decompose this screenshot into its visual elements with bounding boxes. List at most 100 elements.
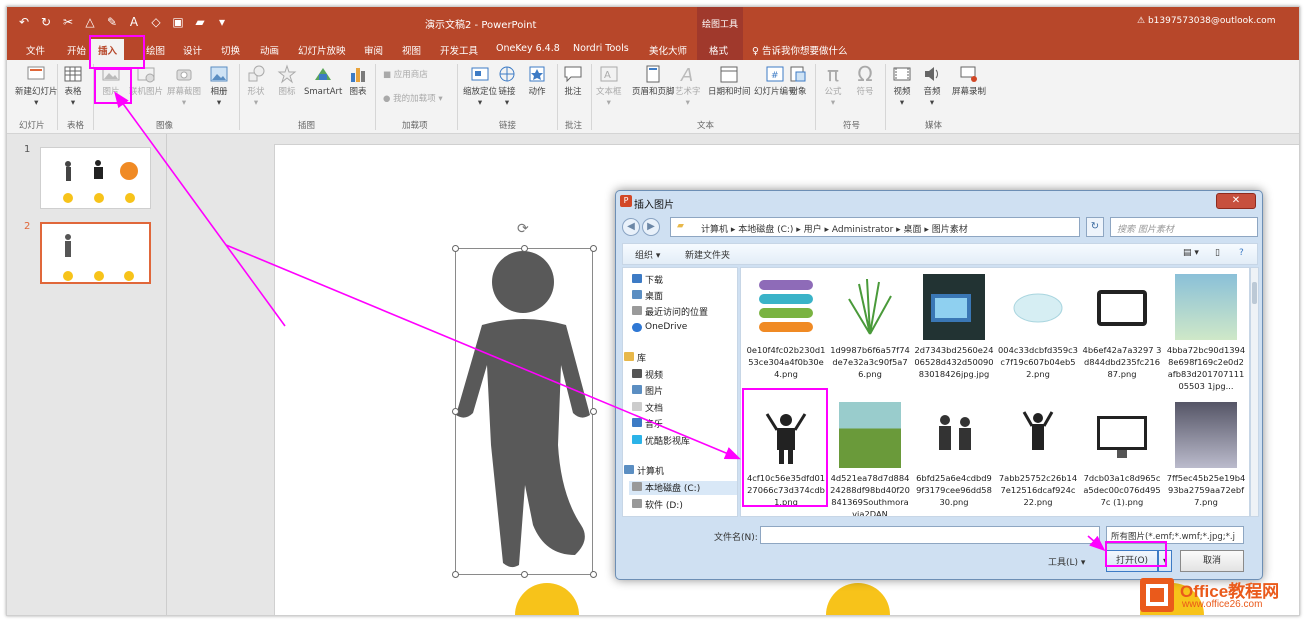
nav-item[interactable]: 计算机 bbox=[624, 464, 664, 477]
close-icon[interactable]: ✕ bbox=[1216, 193, 1256, 209]
forward-icon[interactable]: ▶ bbox=[642, 218, 660, 236]
file-item[interactable]: 0e10f4fc02b230d153ce304a4f0b30e4.png bbox=[746, 274, 826, 380]
shapes-button[interactable]: 形状 ▾ bbox=[246, 64, 266, 109]
tab-draw[interactable]: 绘图 bbox=[146, 43, 165, 57]
resize-handle[interactable] bbox=[452, 571, 459, 578]
new-slide-button[interactable]: 新建幻灯片 ▾ bbox=[15, 64, 58, 109]
nav-item[interactable]: 桌面 bbox=[632, 289, 663, 302]
link-button[interactable]: 链接 ▾ bbox=[497, 64, 517, 109]
slide-thumbnail-1[interactable] bbox=[40, 147, 151, 209]
nav-item[interactable]: 文档 bbox=[632, 401, 663, 414]
equation-button[interactable]: π 公式 ▾ bbox=[823, 64, 843, 109]
file-item[interactable]: 7ff5ec45b25e19b493ba2759aa72ebf7.png bbox=[1166, 402, 1246, 508]
file-item[interactable]: 004c33dcbfd359c3c7f19c607b04eb52.png bbox=[998, 274, 1078, 380]
tab-onekey[interactable]: OneKey 6.4.8 bbox=[496, 43, 560, 54]
resize-handle[interactable] bbox=[590, 408, 597, 415]
organize-button[interactable]: 组织 ▾ bbox=[635, 248, 660, 261]
wordart-button[interactable]: A 艺术字 ▾ bbox=[675, 64, 701, 109]
file-item[interactable]: 7abb25752c26b147e12516dcaf924c22.png bbox=[998, 402, 1078, 508]
screen-recording-button[interactable]: 屏幕录制 bbox=[952, 64, 986, 98]
zoom-button[interactable]: 缩放定位 ▾ bbox=[463, 64, 497, 109]
nav-item[interactable]: 下载 bbox=[632, 273, 663, 286]
view-options-icon[interactable]: ▤ ▾ bbox=[1183, 248, 1199, 258]
online-picture-button[interactable]: 联机图片 bbox=[129, 64, 163, 98]
resize-handle[interactable] bbox=[452, 245, 459, 252]
picture-selection-box[interactable]: ⟳ bbox=[452, 221, 597, 578]
save-icon[interactable]: ▣ bbox=[171, 15, 185, 29]
tools-menu[interactable]: 工具(L) ▾ bbox=[1048, 555, 1085, 568]
redo-icon[interactable]: ↻ bbox=[39, 15, 53, 29]
filename-input[interactable] bbox=[760, 526, 1100, 544]
scroll-thumb[interactable] bbox=[1252, 282, 1257, 304]
video-button[interactable]: 视频 ▾ bbox=[892, 64, 912, 109]
resize-handle[interactable] bbox=[590, 571, 597, 578]
file-item[interactable]: 2d7343bd2560e2406528d432d5009083018426jp… bbox=[914, 274, 994, 380]
font-icon[interactable]: A bbox=[127, 15, 141, 29]
back-icon[interactable]: ◀ bbox=[622, 218, 640, 236]
textbox-button[interactable]: A 文本框 ▾ bbox=[596, 64, 622, 109]
table-button[interactable]: 表格 ▾ bbox=[63, 64, 83, 109]
action-button[interactable]: 动作 bbox=[527, 64, 547, 98]
symbol-button[interactable]: Ω 符号 bbox=[855, 64, 875, 98]
nav-item[interactable]: 优酷影视库 bbox=[632, 434, 690, 447]
path-breadcrumb[interactable]: ▰ 计算机 ▸ 本地磁盘 (C:) ▸ 用户 ▸ Administrator ▸ … bbox=[670, 217, 1080, 237]
file-item[interactable]: 4b6ef42a7a3297 3d844dbd235fc21687.png bbox=[1082, 274, 1162, 380]
eraser-icon[interactable]: ◇ bbox=[149, 15, 163, 29]
customize-qat-icon[interactable]: ▾ bbox=[215, 15, 229, 29]
tell-me-search[interactable]: ♀ 告诉我你想要做什么 bbox=[752, 43, 848, 57]
account-label[interactable]: ⚠ b1397573038@outlook.com bbox=[1137, 16, 1275, 26]
format-painter-icon[interactable]: ✂ bbox=[61, 15, 75, 29]
tab-transitions[interactable]: 切换 bbox=[221, 43, 240, 57]
tab-animations[interactable]: 动画 bbox=[260, 43, 279, 57]
tab-file[interactable]: 文件 bbox=[26, 43, 45, 57]
tab-format[interactable]: 格式 bbox=[709, 43, 728, 57]
help-icon[interactable]: ? bbox=[1239, 248, 1244, 258]
tab-slideshow[interactable]: 幻灯片放映 bbox=[298, 43, 346, 57]
date-time-button[interactable]: 日期和时间 bbox=[708, 64, 751, 98]
file-list-scrollbar[interactable] bbox=[1250, 267, 1259, 517]
file-item[interactable]: 1d9987b6f6a57f74de7e32a3c90f5a76.png bbox=[830, 274, 910, 380]
tab-review[interactable]: 审阅 bbox=[364, 43, 383, 57]
tab-developer[interactable]: 开发工具 bbox=[440, 43, 478, 57]
cancel-button[interactable]: 取消 bbox=[1180, 550, 1244, 572]
tab-meihua[interactable]: 美化大师 bbox=[649, 43, 687, 57]
nav-item[interactable]: 音乐 bbox=[632, 417, 663, 430]
rotate-handle-icon[interactable]: ⟳ bbox=[517, 221, 529, 237]
open-folder-icon[interactable]: ▰ bbox=[193, 15, 207, 29]
tab-nordri[interactable]: Nordri Tools bbox=[573, 43, 629, 54]
screenshot-button[interactable]: 屏幕截图 ▾ bbox=[167, 64, 201, 109]
file-item[interactable]: 6bfd25a6e4cdbd99f3179cee96dd5830.png bbox=[914, 402, 994, 508]
nav-item[interactable]: 视频 bbox=[632, 368, 663, 381]
nav-item[interactable]: 库 bbox=[624, 351, 646, 364]
object-button[interactable]: 对象 bbox=[788, 64, 808, 98]
undo-icon[interactable]: ↶ bbox=[17, 15, 31, 29]
store-button[interactable]: ■ 应用商店 bbox=[383, 70, 428, 81]
pen-icon[interactable]: ✎ bbox=[105, 15, 119, 29]
photo-album-button[interactable]: 相册 ▾ bbox=[209, 64, 229, 109]
file-item[interactable]: 7dcb03a1c8d965ca5dec00c076d4957c (1).png bbox=[1082, 402, 1162, 508]
icons-button[interactable]: 图标 bbox=[277, 64, 297, 98]
refresh-icon[interactable]: ↻ bbox=[1086, 217, 1104, 237]
resize-handle[interactable] bbox=[521, 571, 528, 578]
comment-button[interactable]: 批注 bbox=[563, 64, 583, 98]
tab-view[interactable]: 视图 bbox=[402, 43, 421, 57]
nav-item[interactable]: 软件 (D:) bbox=[632, 498, 683, 511]
tab-home[interactable]: 开始 bbox=[67, 43, 86, 57]
file-item[interactable]: 4bba72bc90d13948e698f169c2e0d2afb83d2017… bbox=[1166, 274, 1246, 392]
new-folder-button[interactable]: 新建文件夹 bbox=[685, 248, 730, 261]
audio-button[interactable]: 音频 ▾ bbox=[922, 64, 942, 109]
chart-button[interactable]: 图表 bbox=[348, 64, 368, 98]
resize-handle[interactable] bbox=[521, 245, 528, 252]
header-footer-button[interactable]: 页眉和页脚 bbox=[632, 64, 675, 98]
preview-pane-icon[interactable]: ▯ bbox=[1215, 248, 1220, 258]
tab-design[interactable]: 设计 bbox=[183, 43, 202, 57]
my-addins-button[interactable]: ● 我的加载项 ▾ bbox=[383, 94, 443, 105]
file-item[interactable]: 4d521ea78d7d88424288df98bd40f20841369Sou… bbox=[830, 402, 910, 516]
resize-handle[interactable] bbox=[452, 408, 459, 415]
smartart-button[interactable]: SmartArt bbox=[304, 64, 342, 98]
nav-item[interactable]: 最近访问的位置 bbox=[632, 305, 708, 318]
slide-thumbnail-2[interactable] bbox=[40, 222, 151, 284]
resize-handle[interactable] bbox=[590, 245, 597, 252]
nav-item[interactable]: OneDrive bbox=[632, 322, 687, 332]
nav-item[interactable]: 图片 bbox=[632, 384, 663, 397]
